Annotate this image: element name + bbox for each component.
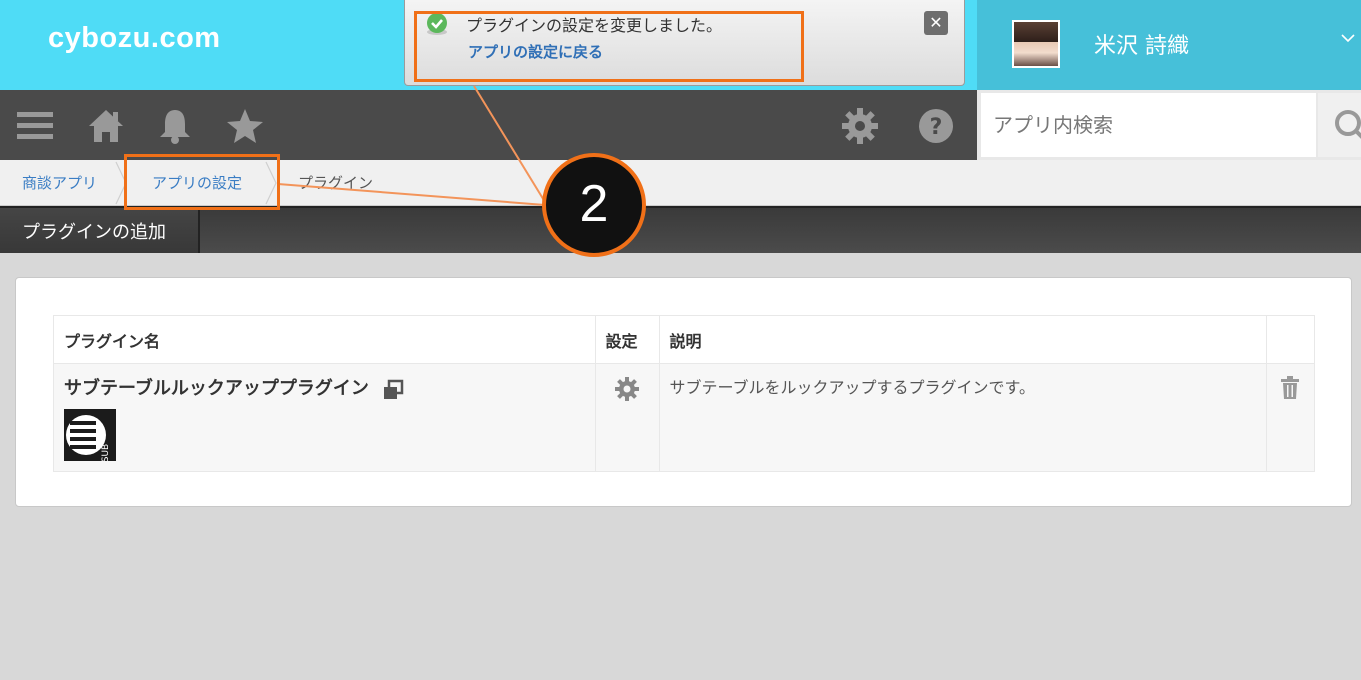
plugin-image: SUB <box>64 408 116 462</box>
plugin-image-label: SUB <box>101 443 111 460</box>
column-header-plugin-name: プラグイン名 <box>53 315 596 364</box>
trash-icon[interactable] <box>1280 376 1300 400</box>
global-navbar: ? <box>0 90 977 160</box>
app-search <box>977 90 1361 160</box>
success-notification: プラグインの設定を変更しました。 アプリの設定に戻る ✕ <box>404 0 965 86</box>
svg-text:?: ? <box>930 115 943 140</box>
plugin-description: サブテーブルをルックアップするプラグインです。 <box>669 378 1035 397</box>
plugin-table: プラグイン名 設定 説明 サブテーブルルックアッププラグイン SUB サブテーブ… <box>53 315 1316 472</box>
add-plugin-tab[interactable]: プラグインの追加 <box>0 208 200 253</box>
user-name: 米沢 詩織 <box>1094 34 1189 59</box>
open-in-new-window-icon[interactable] <box>382 379 404 401</box>
star-icon[interactable] <box>226 107 264 145</box>
plugin-settings-gear-icon[interactable] <box>614 376 640 402</box>
breadcrumb-item-app[interactable]: 商談アプリ <box>22 172 97 193</box>
close-icon[interactable]: ✕ <box>924 11 948 35</box>
gear-icon[interactable] <box>841 107 879 145</box>
back-to-app-settings-link[interactable]: アプリの設定に戻る <box>468 41 603 62</box>
table-row: サブテーブルルックアッププラグイン SUB サブテーブルをルックアップするプラグ… <box>53 363 1316 472</box>
breadcrumb-separator-icon <box>115 161 127 205</box>
settings-cell <box>594 363 660 472</box>
search-button[interactable] <box>1318 93 1361 157</box>
home-icon[interactable] <box>87 107 125 145</box>
search-icon <box>1335 110 1361 139</box>
breadcrumb-item-app-settings[interactable]: アプリの設定 <box>152 172 242 193</box>
plugin-name: サブテーブルルックアッププラグイン <box>64 378 369 399</box>
bell-icon[interactable] <box>156 107 194 145</box>
tab-bar: プラグインの追加 <box>0 206 1361 253</box>
menu-icon[interactable] <box>16 107 54 145</box>
actions-cell <box>1265 363 1316 472</box>
search-input[interactable] <box>981 93 1316 157</box>
help-icon[interactable]: ? <box>917 107 955 145</box>
plugin-panel: プラグイン名 設定 説明 サブテーブルルックアッププラグイン SUB サブテーブ… <box>15 277 1352 507</box>
user-menu[interactable]: 米沢 詩織 <box>977 0 1361 90</box>
breadcrumb-item-plugin: プラグイン <box>298 174 374 192</box>
description-cell: サブテーブルをルックアップするプラグインです。 <box>658 363 1267 472</box>
chevron-down-icon[interactable] <box>1340 30 1356 46</box>
step-number-badge: 2 <box>542 153 646 257</box>
breadcrumb-separator-icon <box>265 161 277 205</box>
plugin-name-cell: サブテーブルルックアッププラグイン SUB <box>53 363 596 472</box>
column-header-description: 説明 <box>658 315 1267 364</box>
notification-message: プラグインの設定を変更しました。 <box>466 16 723 35</box>
cybozu-logo[interactable]: cybozu.com <box>48 22 221 55</box>
plugin-logo-icon: SUB <box>64 408 116 462</box>
column-header-actions <box>1265 315 1316 364</box>
breadcrumb: 商談アプリ アプリの設定 プラグイン <box>0 160 1361 206</box>
column-header-settings: 設定 <box>594 315 660 364</box>
user-avatar <box>1012 20 1060 68</box>
check-circle-icon <box>427 13 447 35</box>
